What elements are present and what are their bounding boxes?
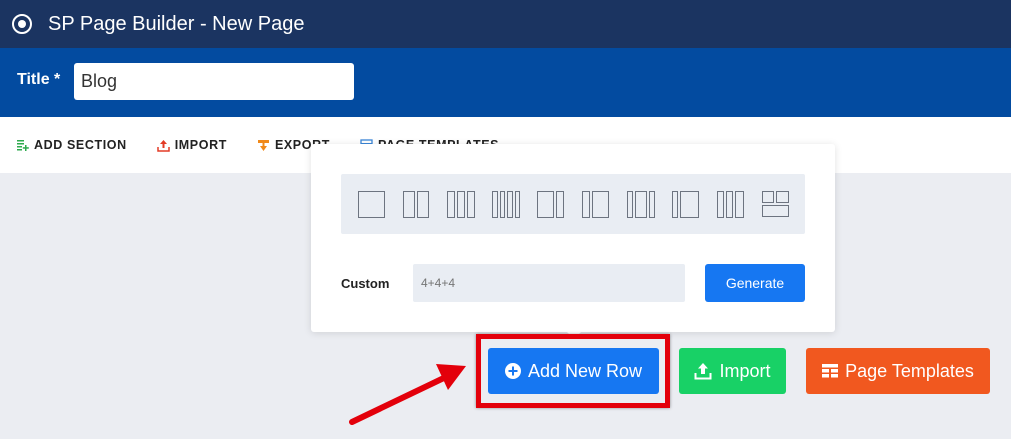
generate-button[interactable]: Generate <box>705 264 805 302</box>
row-layout-popover: Custom Generate <box>311 144 835 339</box>
import-action-button[interactable]: Import <box>679 348 786 394</box>
page-templates-button[interactable]: Page Templates <box>806 348 990 394</box>
import-icon <box>156 139 170 152</box>
layout-option-2-over-2[interactable] <box>762 191 791 218</box>
custom-layout-input[interactable] <box>413 264 685 302</box>
page-templates-button-label: Page Templates <box>845 360 974 381</box>
grid-icon <box>822 364 839 378</box>
layout-option-1-2-1[interactable] <box>627 191 657 218</box>
import-action-label: Import <box>719 360 771 381</box>
import-button[interactable]: IMPORT <box>156 138 227 152</box>
app-title: SP Page Builder - New Page <box>48 12 305 35</box>
highlight-box <box>476 334 670 408</box>
app-header: SP Page Builder - New Page <box>0 0 1011 48</box>
layout-options <box>341 174 805 234</box>
title-bar: Title * <box>0 48 1011 117</box>
annotation-arrow-icon <box>349 364 466 425</box>
layout-option-narrow[interactable] <box>717 191 746 218</box>
layout-option-1-3[interactable] <box>672 191 701 218</box>
layout-option-1[interactable] <box>358 191 387 218</box>
layout-option-2-1[interactable] <box>537 191 566 218</box>
title-input[interactable] <box>74 63 354 100</box>
layout-option-1-1-1[interactable] <box>447 191 477 218</box>
add-section-icon <box>17 139 29 151</box>
layout-option-1-2[interactable] <box>582 191 611 218</box>
import-label: IMPORT <box>174 138 227 152</box>
add-section-label: ADD SECTION <box>34 138 127 152</box>
custom-label: Custom <box>341 276 390 291</box>
export-icon <box>257 139 269 151</box>
layout-option-1-1-1-1[interactable] <box>492 191 522 218</box>
upload-icon <box>694 362 712 380</box>
app-logo-icon <box>12 14 32 34</box>
title-label: Title * <box>17 70 61 88</box>
add-section-button[interactable]: ADD SECTION <box>16 138 127 152</box>
layout-option-1-1[interactable] <box>403 191 431 218</box>
